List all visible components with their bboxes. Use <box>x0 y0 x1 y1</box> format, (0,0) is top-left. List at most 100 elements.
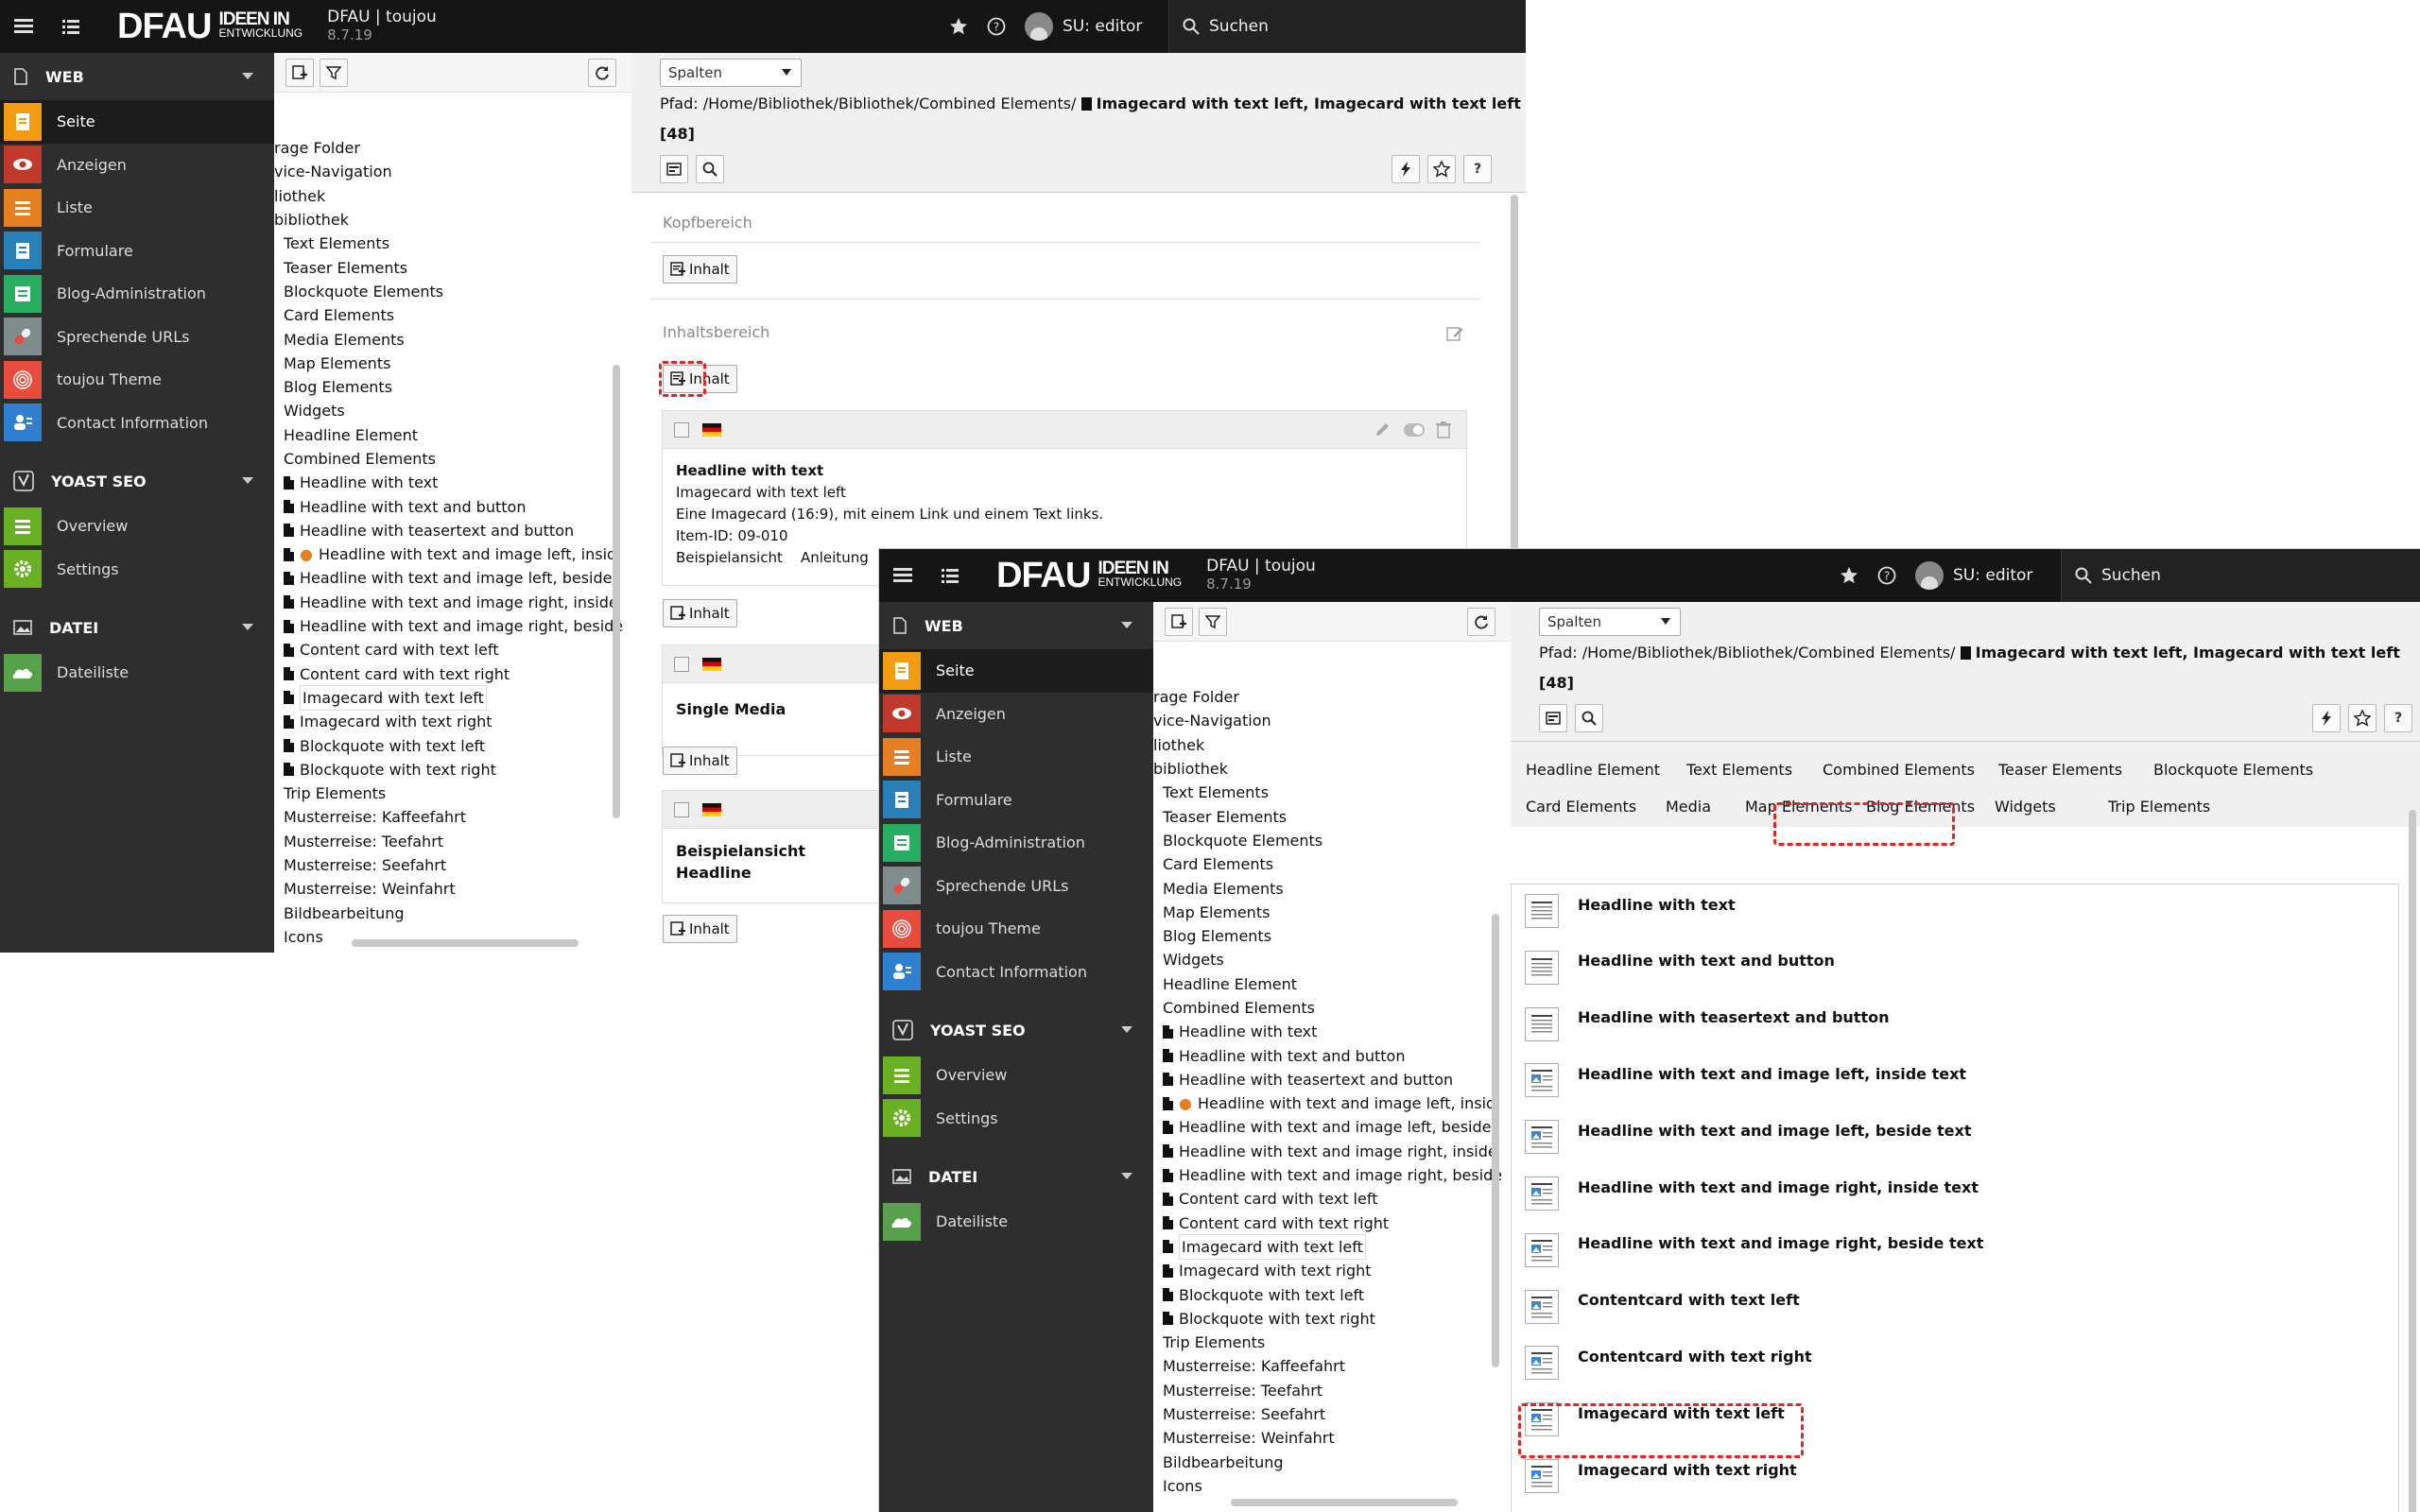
tree-node[interactable]: Imagecard with text right <box>274 710 623 733</box>
tree-node[interactable]: Headline with text and button <box>274 494 623 518</box>
tree-node[interactable]: Combined Elements <box>1153 996 1502 1020</box>
star-icon[interactable] <box>949 17 968 36</box>
refresh-button[interactable] <box>1467 607 1495 636</box>
tree-node[interactable]: Musterreise: Kaffeefahrt <box>274 805 623 829</box>
module-item-sprechende-urls[interactable]: Sprechende URLs <box>879 865 1153 908</box>
tree-node[interactable]: Widgets <box>1153 948 1502 971</box>
shortcut-button[interactable] <box>1392 155 1420 183</box>
module-group-yoast[interactable]: YOAST SEO <box>879 1006 1153 1054</box>
wizard-item-headline-with-text-and-image-right-beside-text[interactable]: Headline with text and image right, besi… <box>1525 1232 1983 1267</box>
module-item-dateiliste[interactable]: Dateiliste <box>0 651 274 695</box>
help-icon[interactable]: ? <box>987 17 1006 36</box>
tree-node[interactable]: Content card with text left <box>274 638 623 662</box>
tree-node[interactable]: liothek <box>274 184 623 208</box>
module-item-liste[interactable]: Liste <box>0 186 274 230</box>
tree-node[interactable]: Blog Elements <box>1153 924 1502 948</box>
tree-hscroll[interactable] <box>352 939 579 947</box>
tree-node[interactable]: Content card with text right <box>274 662 623 686</box>
tree-node[interactable]: liothek <box>1153 733 1502 757</box>
tree-node[interactable]: Combined Elements <box>274 447 623 471</box>
tab-text-elements[interactable]: Text Elements <box>1686 761 1792 779</box>
tab-media[interactable]: Media <box>1666 798 1711 816</box>
tree-node[interactable]: Headline with text <box>1153 1020 1502 1043</box>
toggle-visibility-icon[interactable] <box>1404 423 1425 437</box>
module-group-datei[interactable]: DATEI <box>0 604 274 651</box>
tree-node[interactable]: Blockquote with text right <box>1153 1307 1502 1331</box>
trash-icon[interactable] <box>1436 421 1451 438</box>
tree-node[interactable]: Imagecard with text left <box>1153 1233 1502 1260</box>
tab-teaser-elements[interactable]: Teaser Elements <box>1998 761 2122 779</box>
tree-node[interactable]: Headline with text and button <box>1153 1043 1502 1067</box>
tree-node[interactable]: Widgets <box>274 399 623 422</box>
new-content-button[interactable]: Inhalt <box>663 747 737 775</box>
tree-hscroll[interactable] <box>1231 1499 1458 1506</box>
help-button[interactable]: ? <box>1463 155 1492 183</box>
edit-column-icon[interactable] <box>1446 325 1463 342</box>
tab-card-elements[interactable]: Card Elements <box>1526 798 1636 816</box>
module-item-blog-administration[interactable]: Blog-Administration <box>0 272 274 316</box>
element-checkbox[interactable] <box>674 422 689 438</box>
logo-area[interactable]: DFAU IDEEN IN ENTWICKLUNG DFAU | toujou 8.… <box>974 549 1824 602</box>
tree-toggle-button[interactable] <box>926 549 974 602</box>
view-page-button[interactable] <box>1539 704 1567 732</box>
menu-toggle-button[interactable] <box>0 0 47 53</box>
logo-area[interactable]: DFAU IDEEN IN ENTWICKLUNG DFAU | toujou 8.… <box>95 0 926 53</box>
tree-node[interactable]: Bildbearbeitung <box>1153 1451 1502 1474</box>
new-page-button[interactable] <box>285 58 314 87</box>
tree-node[interactable]: Text Elements <box>274 232 623 255</box>
module-group-web[interactable]: WEB <box>879 602 1153 649</box>
tree-node[interactable]: Media Elements <box>274 327 623 351</box>
tree-node[interactable]: vice-Navigation <box>1153 709 1502 732</box>
tree-node[interactable]: Map Elements <box>274 352 623 375</box>
module-item-liste[interactable]: Liste <box>879 735 1153 779</box>
help-button[interactable]: ? <box>2384 704 2412 732</box>
module-item-sprechende-urls[interactable]: Sprechende URLs <box>0 316 274 359</box>
view-select[interactable]: Spalten <box>660 59 802 87</box>
module-item-overview[interactable]: Overview <box>879 1054 1153 1097</box>
tree-node[interactable]: Teaser Elements <box>274 255 623 279</box>
module-item-settings[interactable]: Settings <box>0 548 274 592</box>
tree-node[interactable]: Teaser Elements <box>1153 804 1502 828</box>
tree-node[interactable]: Headline Element <box>1153 972 1502 996</box>
tree-node[interactable]: Musterreise: Weinfahrt <box>274 877 623 901</box>
module-item-seite[interactable]: Seite <box>879 649 1153 693</box>
wizard-item-imagecard-with-text-right[interactable]: Imagecard with text right <box>1525 1459 1797 1493</box>
content-scrollbar[interactable] <box>2409 810 2416 1512</box>
tab-blockquote-elements[interactable]: Blockquote Elements <box>2153 761 2313 779</box>
content-scrollbar[interactable] <box>1511 195 1518 563</box>
search-button[interactable]: Suchen <box>1168 0 1526 53</box>
tree-node[interactable]: ● Headline with text and image left, insi… <box>274 542 623 566</box>
module-item-toujou-theme[interactable]: toujou Theme <box>0 358 274 402</box>
tree-node[interactable]: Trip Elements <box>1153 1331 1502 1354</box>
wizard-item-headline-with-text-and-image-right-inside-text[interactable]: Headline with text and image right, insi… <box>1525 1177 1979 1211</box>
tree-node[interactable]: Headline with text <box>274 471 623 494</box>
module-item-toujou-theme[interactable]: toujou Theme <box>879 907 1153 951</box>
wizard-item-contentcard-with-text-right[interactable]: Contentcard with text right <box>1525 1346 1812 1381</box>
tree-node[interactable]: Musterreise: Seefahrt <box>274 853 623 877</box>
new-page-button[interactable] <box>1165 607 1193 636</box>
tree-node[interactable]: Musterreise: Kaffeefahrt <box>1153 1354 1502 1378</box>
tree-node[interactable]: Blockquote with text right <box>274 758 623 782</box>
module-group-yoast[interactable]: YOAST SEO <box>0 457 274 505</box>
tree-node[interactable]: Musterreise: Teefahrt <box>274 830 623 853</box>
bookmark-button[interactable] <box>1427 155 1456 183</box>
tree-node[interactable]: Musterreise: Weinfahrt <box>1153 1426 1502 1450</box>
star-icon[interactable] <box>1840 566 1858 585</box>
module-item-formulare[interactable]: Formulare <box>879 779 1153 822</box>
tree-node[interactable]: Blockquote with text left <box>1153 1282 1502 1306</box>
module-item-anzeigen[interactable]: Anzeigen <box>0 144 274 187</box>
search-button[interactable]: Suchen <box>2061 549 2420 602</box>
tree-node[interactable]: Blockquote Elements <box>274 280 623 303</box>
wizard-item-headline-with-text-and-button[interactable]: Headline with text and button <box>1525 950 1835 985</box>
tree-node[interactable]: Headline with text and image right, insi… <box>274 591 623 614</box>
new-content-button-kopf[interactable]: Inhalt <box>663 255 737 284</box>
module-item-formulare[interactable]: Formulare <box>0 230 274 273</box>
tree-node[interactable]: Trip Elements <box>274 782 623 805</box>
module-item-settings[interactable]: Settings <box>879 1097 1153 1141</box>
tree-node[interactable]: Bildbearbeitung <box>274 902 623 925</box>
search-page-button[interactable] <box>1575 704 1603 732</box>
tree-node[interactable]: vice-Navigation <box>274 160 623 183</box>
tree-vscroll[interactable] <box>1492 914 1499 1367</box>
tab-combined-elements[interactable]: Combined Elements <box>1823 761 1975 779</box>
tree-node[interactable]: Headline with teasertext and button <box>274 519 623 542</box>
